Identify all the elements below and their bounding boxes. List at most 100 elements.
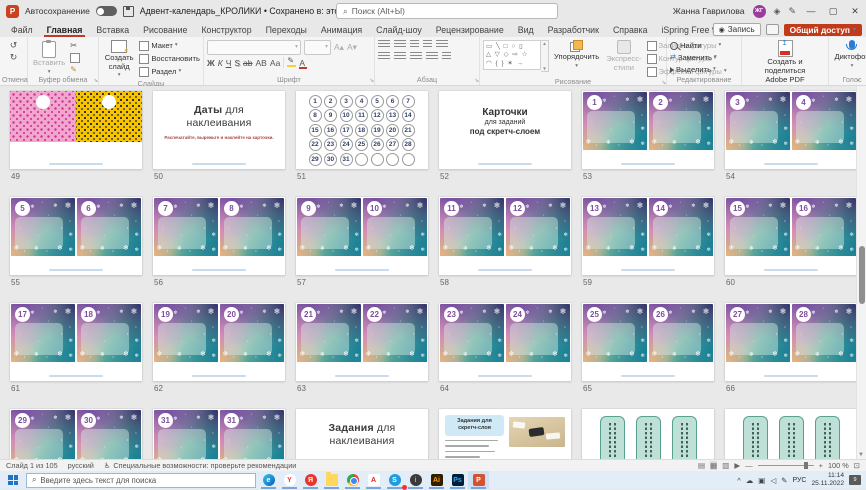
slide-70-thumbnail[interactable]: Задания для скретч-слоя (439, 409, 571, 459)
reset-button[interactable]: Восстановить (139, 53, 200, 64)
font-style-button-Ч[interactable]: Ч (226, 58, 232, 68)
dialog-launcher-icon[interactable]: ⇘ (369, 78, 374, 84)
pen-icon[interactable]: ✎ (788, 6, 796, 17)
tab-Переходы[interactable]: Переходы (259, 22, 314, 37)
slide-61-thumbnail[interactable]: 17❄•❄•❄❄❄•❄❄•❄••••18❄•❄•❄❄❄•❄❄•❄•••• (10, 303, 142, 381)
taskbar-app-acrobat-reader[interactable]: A (363, 471, 384, 489)
slide-52-thumbnail[interactable]: Карточкидля заданийпод скретч-слоем (439, 91, 571, 169)
slide-68-thumbnail[interactable]: 31❄•❄•❄❄❄•❄❄•❄••••31❄•❄•❄❄❄•❄❄•❄•••• (153, 409, 285, 459)
normal-view-button[interactable]: ▤ (698, 461, 705, 470)
tab-Вид[interactable]: Вид (511, 22, 541, 37)
redo-button[interactable]: ↻ (10, 52, 18, 62)
tab-Справка[interactable]: Справка (606, 22, 655, 37)
tab-Вставка[interactable]: Вставка (89, 22, 136, 37)
slide-69-thumbnail[interactable]: Задания для наклеивания (296, 409, 428, 459)
slide-49-thumbnail[interactable] (10, 91, 142, 169)
scrollbar-thumb[interactable] (859, 246, 865, 304)
tab-Конструктор[interactable]: Конструктор (194, 22, 258, 37)
shapes-gallery[interactable]: ▭ ╲ □ ○ ▯ △ ▽ ◇ ⇨ ☆ ◠ { } ✶ → ▲▼ (483, 40, 549, 72)
slide-57-thumbnail[interactable]: 9❄•❄•❄❄❄•❄❄•❄••••10❄•❄•❄❄❄•❄❄•❄•••• (296, 197, 428, 275)
align-right-button[interactable] (410, 52, 422, 61)
avatar[interactable]: ЖГ (753, 5, 766, 18)
zoom-slider-knob[interactable] (804, 462, 808, 469)
slide-71-thumbnail[interactable] (582, 409, 714, 459)
save-icon[interactable] (123, 6, 134, 17)
search-box[interactable]: ⌕ Поиск (Alt+Ы) (336, 3, 558, 19)
quick-styles-button[interactable]: Экспресс-стили (604, 40, 643, 72)
slide-72-thumbnail[interactable] (725, 409, 857, 459)
font-color-button[interactable]: А (299, 58, 305, 68)
grow-font-button[interactable]: А▴ (334, 42, 344, 53)
justify-button[interactable] (426, 52, 438, 61)
slide-53-thumbnail[interactable]: 1❄•❄•❄❄❄•❄❄•❄••••2❄•❄•❄❄❄•❄❄•❄•••• (582, 91, 714, 169)
maximize-button[interactable]: ▢ (826, 6, 840, 17)
create-pdf-button[interactable]: Создать и поделитьсяAdobe PDF (745, 40, 825, 85)
reading-view-button[interactable]: ▥ (722, 461, 729, 470)
shapes-gallery-scroll[interactable]: ▲▼ (541, 40, 549, 72)
minimize-button[interactable]: — (804, 6, 818, 16)
tab-Файл[interactable]: Файл (4, 22, 40, 37)
taskbar-app-skype[interactable]: S (384, 471, 405, 489)
numbering-button[interactable] (394, 40, 406, 49)
keyboard-language[interactable]: РУС (792, 477, 806, 484)
pen-icon[interactable]: ✎ (781, 476, 787, 485)
close-button[interactable]: ✕ (848, 6, 862, 17)
taskbar-app-explorer[interactable] (321, 471, 342, 489)
slide-56-thumbnail[interactable]: 7❄•❄•❄❄❄•❄❄•❄••••8❄•❄•❄❄❄•❄❄•❄•••• (153, 197, 285, 275)
zoom-in-button[interactable]: + (819, 461, 823, 470)
slide-59-thumbnail[interactable]: 13❄•❄•❄❄❄•❄❄•❄••••14❄•❄•❄❄❄•❄❄•❄•••• (582, 197, 714, 275)
slide-50-thumbnail[interactable]: Даты для наклеиванияРаспечатайте, вырежь… (153, 91, 285, 169)
notification-center-icon[interactable]: 9 (849, 475, 861, 485)
taskbar-app-photoshop[interactable]: Ps (447, 471, 468, 489)
find-button[interactable]: Найти (670, 40, 702, 51)
tab-Главная[interactable]: Главная (40, 22, 90, 37)
replace-button[interactable]: ⇄Заменить▾ (670, 52, 717, 63)
slide-67-thumbnail[interactable]: 29❄•❄•❄❄❄•❄❄•❄••••30❄•❄•❄❄❄•❄❄•❄•••• (10, 409, 142, 459)
tab-Рисование[interactable]: Рисование (136, 22, 194, 37)
highlight-color-button[interactable] (287, 58, 296, 67)
shrink-font-button[interactable]: А▾ (347, 42, 357, 53)
undo-button[interactable]: ↺ (10, 40, 18, 50)
font-style-button-К[interactable]: К (218, 58, 223, 68)
tab-Анимация[interactable]: Анимация (314, 22, 369, 37)
font-style-button-Аа[interactable]: Аа (270, 58, 281, 68)
format-painter-button[interactable]: ✎ (70, 65, 77, 75)
comments-icon[interactable] (766, 24, 779, 35)
tab-Рецензирование[interactable]: Рецензирование (429, 22, 511, 37)
font-name-combo[interactable] (207, 40, 301, 55)
taskbar-app-illustrator[interactable]: Ai (426, 471, 447, 489)
zoom-level[interactable]: 100 % (828, 461, 849, 470)
slide-63-thumbnail[interactable]: 21❄•❄•❄❄❄•❄❄•❄••••22❄•❄•❄❄❄•❄❄•❄•••• (296, 303, 428, 381)
font-style-button-АВ[interactable]: АВ (256, 58, 267, 68)
scrollbar-down-arrow[interactable]: ▼ (858, 452, 864, 458)
cut-button[interactable]: ✂ (70, 41, 77, 51)
dialog-launcher-icon[interactable]: ⇘ (474, 78, 479, 84)
zoom-out-button[interactable]: — (745, 461, 753, 470)
slide-65-thumbnail[interactable]: 25❄•❄•❄❄❄•❄❄•❄••••26❄•❄•❄❄❄•❄❄•❄•••• (582, 303, 714, 381)
taskbar-app-ispring[interactable]: i (405, 471, 426, 489)
slide-62-thumbnail[interactable]: 19❄•❄•❄❄❄•❄❄•❄••••20❄•❄•❄❄❄•❄❄•❄•••• (153, 303, 285, 381)
copy-button[interactable] (70, 53, 80, 63)
layout-button[interactable]: Макет▾ (139, 40, 177, 51)
chevron-up-icon[interactable]: ^ (737, 476, 741, 485)
tab-Слайд-шоу[interactable]: Слайд-шоу (369, 22, 429, 37)
speaker-icon[interactable]: ◁ (770, 476, 776, 485)
tab-Разработчик[interactable]: Разработчик (541, 22, 606, 37)
collapse-ribbon-icon[interactable]: ⌄ (855, 75, 861, 83)
columns-button[interactable] (442, 52, 451, 61)
accessibility-status[interactable]: ♿ Специальные возможности: проверьте рек… (104, 461, 297, 470)
paste-button[interactable]: Вставить▾ (31, 40, 67, 75)
fit-to-window-button[interactable]: ⊡ (854, 461, 860, 470)
font-style-button-ab[interactable]: ab (243, 58, 252, 68)
line-spacing-button[interactable] (436, 40, 448, 49)
dialog-launcher-icon[interactable]: ⇘ (93, 78, 98, 84)
section-button[interactable]: Раздел▾ (139, 66, 181, 77)
start-button[interactable] (2, 471, 24, 489)
share-button[interactable]: Общий доступ▾ (784, 24, 862, 36)
clock[interactable]: 11:14 25.11.2022 (811, 472, 844, 488)
taskbar-search[interactable]: ⌕ Введите здесь текст для поиска (26, 473, 256, 488)
align-center-button[interactable] (394, 52, 406, 61)
decrease-indent-button[interactable] (410, 40, 419, 49)
dictate-button[interactable]: Диктофон▾ (832, 40, 866, 69)
record-button[interactable]: ◉ Запись (713, 23, 761, 36)
